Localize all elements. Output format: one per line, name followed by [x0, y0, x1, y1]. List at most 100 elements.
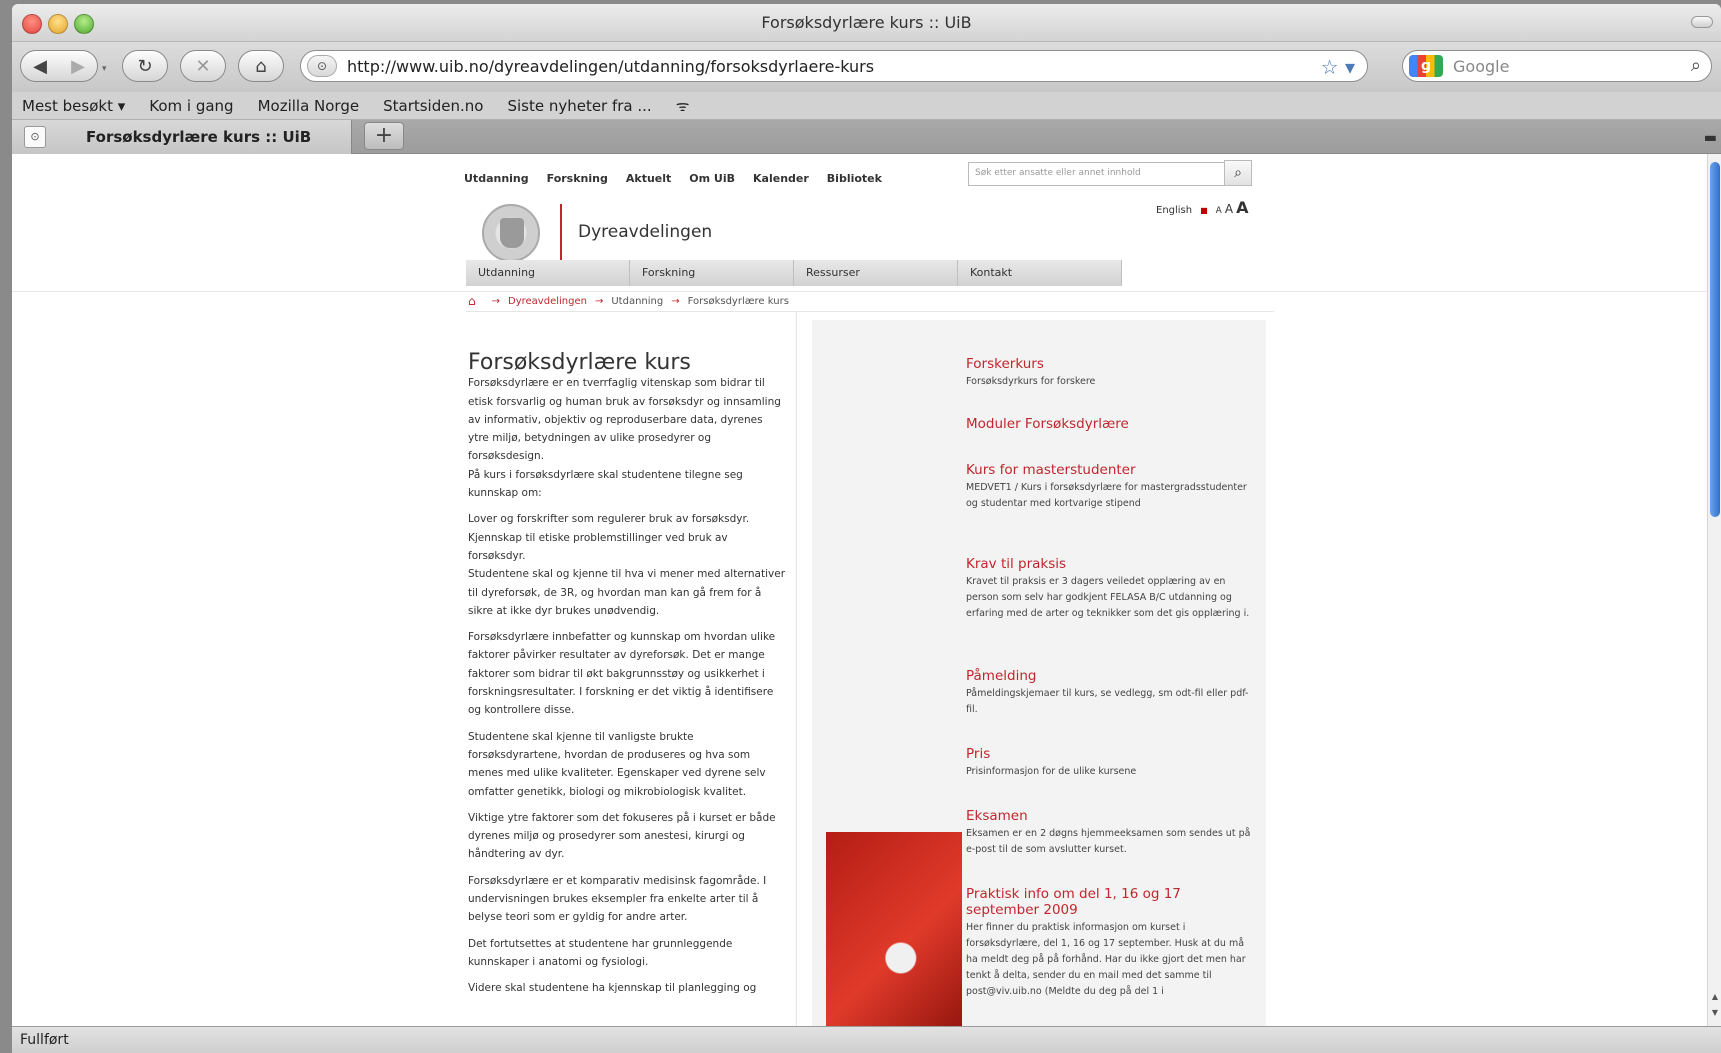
breadcrumb-home-icon[interactable]: ⌂: [468, 294, 476, 308]
breadcrumb-arrow-icon: →: [671, 295, 680, 307]
web-search-bar[interactable]: g Google ⌕: [1402, 50, 1712, 82]
article-paragraph: Lover og forskrifter som regulerer bruk …: [468, 513, 786, 617]
link-description: Kravet til praksis er 3 dagers veiledet …: [966, 576, 1250, 619]
link-forskerkurs[interactable]: Forskerkurs: [966, 356, 1256, 372]
link-praktisk-info[interactable]: Praktisk info om del 1, 16 og 17 septemb…: [966, 886, 1256, 918]
seal-emblem-icon: [500, 218, 524, 248]
breadcrumb-divider: [466, 311, 1274, 312]
stop-icon[interactable]: ✕: [180, 50, 226, 82]
site-search-icon[interactable]: ⌕: [1224, 160, 1252, 186]
vertical-scrollbar[interactable]: ▲ ▼: [1707, 154, 1721, 1026]
breadcrumb: ⌂ → Dyreavdelingen → Utdanning → Forsøks…: [468, 294, 789, 308]
global-nav-aktuelt[interactable]: Aktuelt: [626, 172, 671, 185]
breadcrumb-utdanning[interactable]: Utdanning: [611, 296, 663, 307]
site-header: Utdanning Forskning Aktuelt Om UiB Kalen…: [12, 154, 1707, 292]
article-paragraph: Forsøksdyrlære er et komparativ medisins…: [468, 874, 767, 924]
new-tab-button[interactable]: +: [364, 122, 404, 150]
article-paragraph: Viktige ytre faktorer som det fokuseres …: [468, 811, 776, 861]
separator-bullet: ■: [1200, 206, 1208, 215]
link-pamelding[interactable]: Påmelding: [966, 668, 1256, 684]
history-dropdown-icon[interactable]: ▾: [102, 64, 107, 74]
global-nav-bibliotek[interactable]: Bibliotek: [827, 172, 882, 185]
main-nav-ressurser[interactable]: Ressurser: [794, 260, 958, 286]
link-description: MEDVET1 / Kurs i forsøksdyrlære for mast…: [966, 482, 1247, 509]
link-description: Her finner du praktisk informasjon om ku…: [966, 922, 1246, 997]
department-name[interactable]: Dyreavdelingen: [578, 222, 712, 242]
google-search-engine-icon[interactable]: g: [1409, 55, 1443, 77]
link-moduler[interactable]: Moduler Forsøksdyrlære: [966, 416, 1256, 432]
url-text[interactable]: http://www.uib.no/dyreavdelingen/utdanni…: [347, 57, 874, 76]
link-eksamen[interactable]: Eksamen: [966, 808, 1256, 824]
list-item: Kurs for masterstudenter MEDVET1 / Kurs …: [966, 462, 1256, 512]
list-item: Eksamen Eksamen er en 2 døgns hjemmeeksa…: [966, 808, 1256, 858]
global-nav-om-uib[interactable]: Om UiB: [689, 172, 735, 185]
bookmark-most-visited[interactable]: Mest besøkt ▾: [22, 97, 125, 115]
column-divider: [796, 312, 797, 1026]
list-item: Praktisk info om del 1, 16 og 17 septemb…: [966, 886, 1256, 1000]
bookmark-latest-news[interactable]: Siste nyheter fra ...: [507, 97, 651, 115]
bookmark-startsiden[interactable]: Startsiden.no: [383, 97, 483, 115]
link-description: Påmeldingskjemaer til kurs, se vedlegg, …: [966, 688, 1249, 715]
seal-logo[interactable]: [482, 204, 540, 262]
bookmarks-toolbar: Mest besøkt ▾ Kom i gang Mozilla Norge S…: [12, 92, 1721, 120]
main-nav: Utdanning Forskning Ressurser Kontakt: [466, 260, 1274, 286]
article: Forsøksdyrlære kurs Forsøksdyrlære er en…: [468, 350, 786, 1006]
list-item: Krav til praksis Kravet til praksis er 3…: [966, 556, 1256, 622]
list-item: Pris Prisinformasjon for de ulike kursen…: [966, 746, 1256, 780]
back-icon[interactable]: ◀: [21, 56, 59, 77]
article-paragraph: Videre skal studentene ha kjennskap til …: [468, 982, 757, 995]
toolbar-toggle-button[interactable]: [1691, 16, 1713, 28]
scroll-up-icon[interactable]: ▲: [1708, 992, 1721, 1006]
main-nav-kontakt[interactable]: Kontakt: [958, 260, 1122, 286]
back-forward-buttons: ◀ ▶: [20, 50, 98, 82]
link-description: Eksamen er en 2 døgns hjemmeeksamen som …: [966, 828, 1251, 855]
navigation-toolbar: ◀ ▶ ▾ ↻ ✕ ⌂ ⊙ http://www.uib.no/dyreavde…: [12, 42, 1721, 92]
global-nav: Utdanning Forskning Aktuelt Om UiB Kalen…: [464, 172, 900, 185]
home-icon[interactable]: ⌂: [238, 50, 284, 82]
link-krav-til-praksis[interactable]: Krav til praksis: [966, 556, 1256, 572]
article-paragraph: Forsøksdyrlære innbefatter og kunnskap o…: [468, 631, 776, 717]
favicon-icon: ⊙: [24, 126, 46, 148]
browser-window: Forsøksdyrlære kurs :: UiB ◀ ▶ ▾ ↻ ✕ ⌂ ⊙…: [12, 4, 1721, 1053]
link-description: Forsøksdyrkurs for forskere: [966, 376, 1096, 387]
list-item: Forskerkurs Forsøksdyrkurs for forskere: [966, 356, 1256, 390]
url-bar[interactable]: ⊙ http://www.uib.no/dyreavdelingen/utdan…: [300, 50, 1368, 82]
main-nav-forskning[interactable]: Forskning: [630, 260, 794, 286]
site-search-input[interactable]: Søk etter ansatte eller annet innhold: [968, 162, 1236, 186]
status-bar: Fullført: [12, 1026, 1721, 1053]
breadcrumb-arrow-icon: →: [491, 295, 501, 307]
tab-active[interactable]: ⊙ Forsøksdyrlære kurs :: UiB: [12, 120, 352, 154]
global-nav-kalender[interactable]: Kalender: [753, 172, 809, 185]
related-links-panel: Forskerkurs Forsøksdyrkurs for forskere …: [812, 320, 1266, 1026]
forward-icon[interactable]: ▶: [59, 56, 97, 77]
breadcrumb-current: Forsøksdyrlære kurs: [687, 295, 789, 307]
english-link[interactable]: English: [1156, 205, 1192, 216]
bookmark-getting-started[interactable]: Kom i gang: [149, 97, 233, 115]
global-nav-forskning[interactable]: Forskning: [547, 172, 608, 185]
web-search-placeholder[interactable]: Google: [1453, 57, 1509, 76]
bookmark-star-icon[interactable]: ☆ ▾: [1321, 55, 1355, 79]
scrollbar-thumb[interactable]: [1710, 162, 1720, 517]
main-nav-utdanning[interactable]: Utdanning: [466, 260, 630, 286]
site-identity-icon[interactable]: ⊙: [307, 55, 337, 77]
link-pris[interactable]: Pris: [966, 746, 1256, 762]
scroll-down-icon[interactable]: ▼: [1708, 1008, 1721, 1022]
lab-mouse-image[interactable]: [826, 832, 962, 1026]
page-title: Forsøksdyrlære kurs: [468, 350, 691, 375]
list-all-tabs-icon[interactable]: ▬: [1704, 130, 1717, 146]
font-size-small-button[interactable]: A: [1216, 206, 1222, 216]
article-paragraph: Det fortutsettes at studentene har grunn…: [468, 937, 733, 968]
breadcrumb-dyreavdelingen[interactable]: Dyreavdelingen: [508, 296, 587, 307]
article-paragraph: Studentene skal kjenne til vanligste bru…: [468, 730, 766, 798]
font-size-medium-button[interactable]: A: [1225, 202, 1233, 216]
reload-icon[interactable]: ↻: [122, 50, 168, 82]
rss-icon: ᯤ: [675, 96, 690, 115]
language-and-font-size: English ■ A A A: [1156, 198, 1248, 217]
search-icon[interactable]: ⌕: [1691, 55, 1701, 76]
global-nav-utdanning[interactable]: Utdanning: [464, 172, 529, 185]
list-item: Påmelding Påmeldingskjemaer til kurs, se…: [966, 668, 1256, 718]
tab-bar: ⊙ Forsøksdyrlære kurs :: UiB + ▬: [12, 120, 1721, 154]
link-masterstudenter[interactable]: Kurs for masterstudenter: [966, 462, 1256, 478]
bookmark-mozilla-norge[interactable]: Mozilla Norge: [258, 97, 360, 115]
font-size-large-button[interactable]: A: [1236, 198, 1248, 217]
